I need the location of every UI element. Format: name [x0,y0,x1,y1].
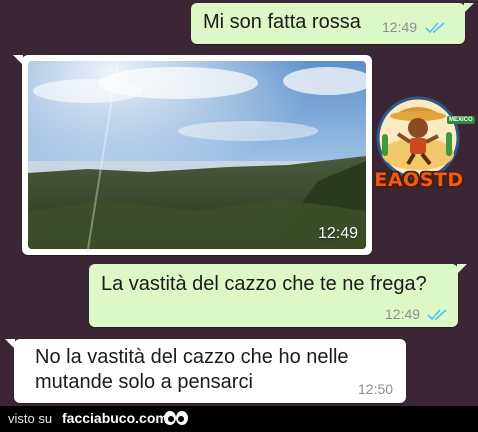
outgoing-message[interactable]: La vastità del cazzo che te ne frega? 12… [89,264,467,327]
message-text: Mi son fatta rossa [203,11,361,33]
outgoing-message[interactable]: Mi son fatta rossa 12:49 [191,3,474,44]
message-time: 12:49 [382,19,418,35]
footer-visto-label: visto su [8,411,53,426]
incoming-message[interactable]: No la vastità del cazzo che ho nelle mut… [5,339,406,403]
eaostd-logo: MEXICO EAOSTD [360,96,478,196]
bubble-tail [457,264,467,274]
logo-text: EAOSTD [374,169,464,191]
footer-site-name[interactable]: facciabuco.com [62,410,168,426]
read-ticks-icon [425,22,445,34]
chat-area: Mi son fatta rossa 12:49 12:49 MEXICO EA… [0,0,478,406]
message-time: 12:49 [385,306,421,322]
message-time: 12:50 [358,381,394,397]
read-ticks-icon [427,309,447,321]
watermark-footer: visto su facciabuco.com [0,406,478,432]
bubble-tail [5,339,15,349]
eyes-icon [164,411,188,425]
bubble-tail [464,3,474,13]
message-text: No la vastità del cazzo che ho nelle mut… [35,346,349,393]
logo-badge: MEXICO [447,116,475,124]
landscape-photo[interactable] [28,61,366,249]
message-time: 12:49 [318,225,359,242]
bubble-tail [13,55,23,65]
incoming-image-message[interactable]: 12:49 [13,55,372,255]
message-text: La vastità del cazzo che te ne frega? [101,273,427,295]
